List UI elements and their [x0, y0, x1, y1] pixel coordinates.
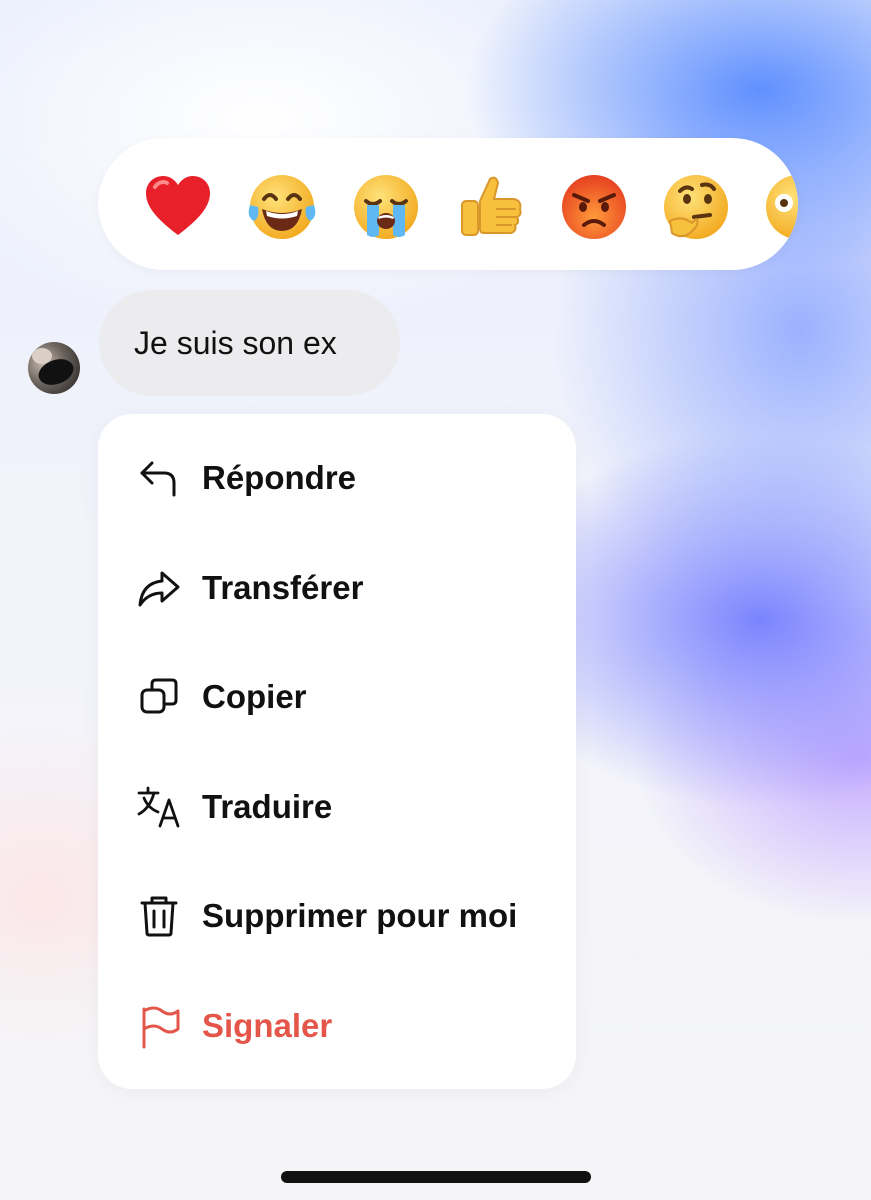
reply-icon [136, 455, 182, 501]
message-bubble[interactable]: Je suis son ex [99, 290, 400, 396]
heart-icon [146, 176, 210, 235]
menu-item-forward[interactable]: Transférer [98, 540, 576, 636]
trash-icon [136, 893, 182, 939]
menu-item-copy[interactable]: Copier [98, 649, 576, 745]
menu-item-label: Traduire [202, 788, 333, 825]
flag-icon [136, 1003, 182, 1049]
reaction-thinking-emoji[interactable] [660, 171, 732, 243]
menu-item-report[interactable]: Signaler [98, 978, 576, 1074]
astonished-face-icon [766, 175, 798, 239]
menu-item-label: Signaler [202, 1007, 333, 1044]
menu-item-label: Transférer [202, 569, 364, 606]
avatar[interactable] [28, 342, 80, 394]
laughing-face-icon [248, 175, 316, 239]
menu-item-label: Copier [202, 678, 307, 715]
angry-face-icon [562, 175, 626, 239]
message-text: Je suis son ex [134, 324, 337, 361]
menu-item-translate[interactable]: Traduire [98, 759, 576, 855]
menu-item-reply[interactable]: Répondre [98, 430, 576, 526]
message-context-menu: Répondre Transférer Copier Traduire Supp… [98, 414, 576, 1089]
crying-face-icon [354, 175, 418, 239]
menu-item-label: Répondre [202, 459, 357, 496]
menu-item-delete-for-me[interactable]: Supprimer pour moi [98, 868, 576, 964]
reaction-heart-emoji[interactable] [142, 171, 214, 243]
reaction-loudly-crying-emoji[interactable] [350, 171, 422, 243]
menu-item-label: Supprimer pour moi [202, 897, 518, 934]
forward-icon [136, 565, 182, 611]
reaction-angry-emoji[interactable] [558, 171, 630, 243]
reaction-thumbs-up-emoji[interactable] [454, 171, 526, 243]
home-indicator [281, 1171, 591, 1183]
thumbs-up-icon [461, 176, 522, 236]
reaction-astonished-emoji[interactable] [762, 171, 798, 243]
translate-icon [136, 784, 182, 830]
thinking-face-icon [664, 175, 728, 239]
reaction-bar [98, 138, 798, 270]
copy-icon [136, 674, 182, 720]
reaction-tears-of-joy-emoji[interactable] [246, 171, 318, 243]
